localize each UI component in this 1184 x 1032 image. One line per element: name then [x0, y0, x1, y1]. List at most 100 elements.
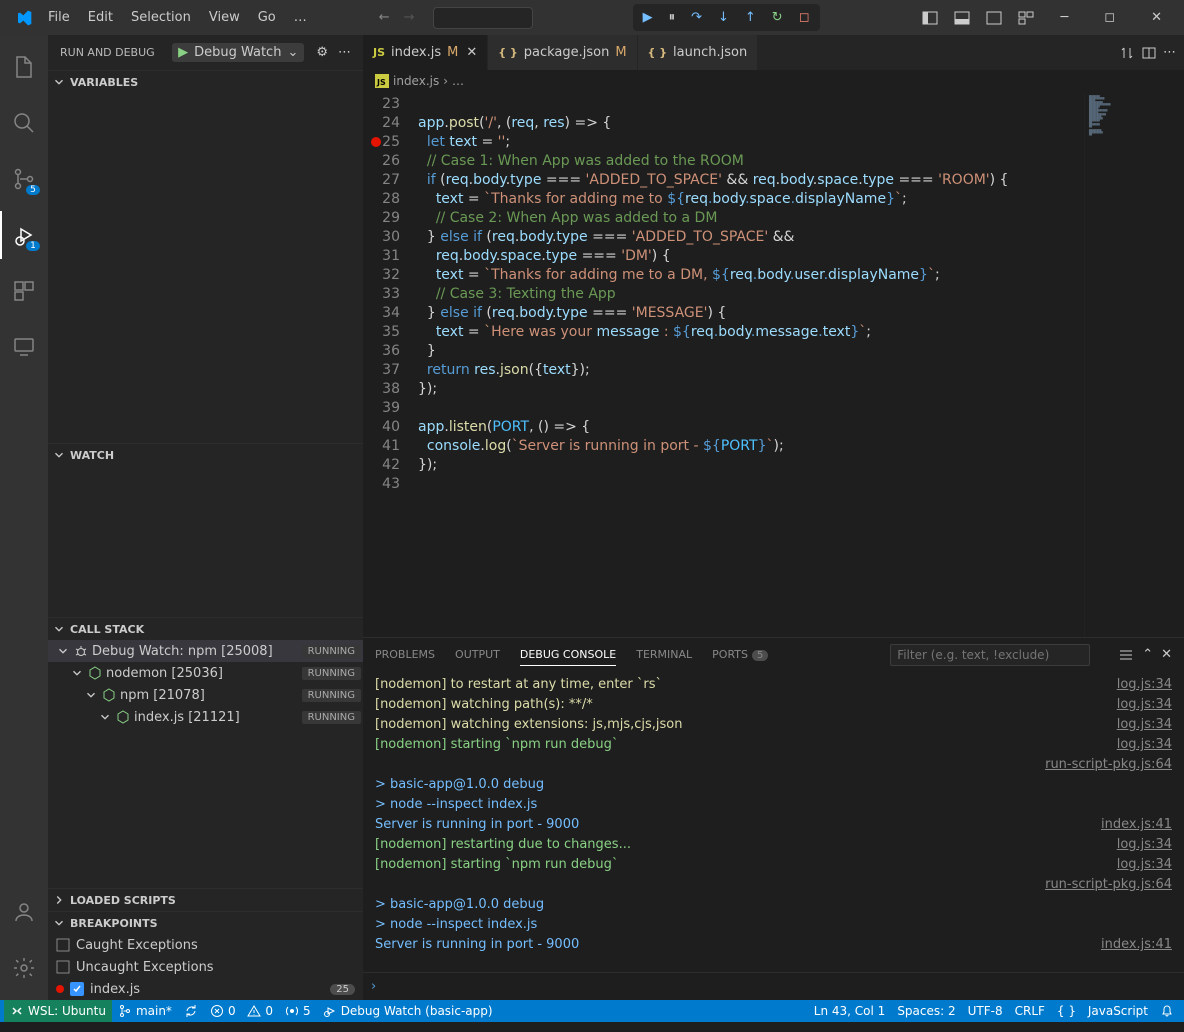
maximize-button[interactable]: ◻	[1090, 2, 1129, 33]
activity-debug-icon[interactable]: 1	[0, 211, 48, 259]
console-source-link[interactable]: log.js:34	[1117, 835, 1172, 855]
compare-icon[interactable]	[1119, 45, 1135, 61]
close-button[interactable]: ✕	[1137, 2, 1176, 33]
callstack-item[interactable]: Debug Watch: npm [25008]RUNNING	[48, 640, 363, 662]
breakpoint-dot-icon[interactable]	[371, 137, 381, 147]
split-icon[interactable]	[1141, 45, 1157, 61]
activity-search-icon[interactable]	[0, 99, 48, 147]
menu-edit[interactable]: Edit	[80, 6, 121, 29]
minimize-button[interactable]: ─	[1046, 2, 1082, 33]
sb-errors[interactable]: 0 0	[204, 1004, 279, 1018]
console-source-link[interactable]: log.js:34	[1117, 695, 1172, 715]
sb-ports[interactable]: 5	[279, 1004, 317, 1018]
sb-notifications[interactable]	[1154, 1004, 1180, 1018]
console-input[interactable]: ›	[363, 972, 1184, 1000]
nav-back-icon[interactable]: ←	[375, 6, 394, 29]
sb-lang[interactable]: { } JavaScript	[1051, 1004, 1154, 1018]
callstack-item[interactable]: index.js [21121]RUNNING	[48, 706, 363, 728]
console-source-link[interactable]: run-script-pkg.js:64	[1045, 875, 1172, 895]
console-source-link[interactable]: log.js:34	[1117, 735, 1172, 755]
layout-customize-icon[interactable]	[1014, 6, 1038, 30]
activity-settings-icon[interactable]	[0, 944, 48, 992]
bp-file[interactable]: index.js 25	[48, 978, 363, 1000]
variables-header[interactable]: VARIABLES	[48, 71, 363, 93]
menu-selection[interactable]: Selection	[123, 6, 199, 29]
callstack-header[interactable]: CALL STACK	[48, 618, 363, 640]
chevron-down-icon: ⌄	[287, 45, 298, 60]
console-source-link[interactable]: run-script-pkg.js:64	[1045, 755, 1172, 775]
console-settings-icon[interactable]	[1118, 647, 1134, 663]
layout-panel-icon[interactable]	[950, 6, 974, 30]
layout-primary-icon[interactable]	[918, 6, 942, 30]
sb-encoding[interactable]: UTF-8	[962, 1004, 1009, 1018]
bp-uncaught[interactable]: Uncaught Exceptions	[48, 956, 363, 978]
breakpoints-header[interactable]: BREAKPOINTS	[48, 912, 363, 934]
debug-step-into-icon[interactable]: ↓	[712, 6, 735, 29]
bell-icon	[1160, 1004, 1174, 1018]
activity-extensions-icon[interactable]	[0, 267, 48, 315]
sidebar-more-icon[interactable]: ⋯	[338, 45, 351, 60]
panel-tab-terminal[interactable]: TERMINAL	[636, 644, 692, 665]
panel-maximize-icon[interactable]: ⌃	[1142, 647, 1153, 663]
console-body[interactable]: [nodemon] to restart at any time, enter …	[363, 671, 1184, 972]
activity-explorer-icon[interactable]	[0, 43, 48, 91]
menu-go[interactable]: Go	[250, 6, 284, 29]
sb-remote[interactable]: WSL: Ubuntu	[4, 1000, 112, 1022]
debug-pause-icon[interactable]: ⏸	[663, 6, 682, 29]
console-source-link[interactable]: index.js:41	[1101, 935, 1172, 955]
menu-file[interactable]: File	[40, 6, 78, 29]
debug-continue-icon[interactable]: ▶	[637, 6, 659, 29]
tab-package-json[interactable]: { }package.jsonM	[488, 35, 637, 70]
panel-tab-debug-console[interactable]: DEBUG CONSOLE	[520, 644, 616, 666]
tab-label: index.js	[391, 45, 441, 60]
menu-more[interactable]: …	[286, 6, 315, 29]
sb-sync[interactable]	[178, 1004, 204, 1018]
activity-accounts-icon[interactable]	[0, 888, 48, 936]
console-source-link[interactable]: index.js:41	[1101, 815, 1172, 835]
node-icon	[116, 710, 130, 724]
activity-scm-icon[interactable]: 5	[0, 155, 48, 203]
minimap[interactable]: ████████████████████████████████████████…	[1084, 92, 1184, 637]
sb-debug-config[interactable]: Debug Watch (basic-app)	[317, 1004, 499, 1018]
panel-tabs: PROBLEMS OUTPUT DEBUG CONSOLE TERMINAL P…	[363, 638, 1184, 671]
code-content[interactable]: app.post('/', (req, res) => { let text =…	[418, 92, 1084, 637]
loaded-scripts-header[interactable]: LOADED SCRIPTS	[48, 889, 363, 911]
console-filter-input[interactable]	[890, 644, 1090, 666]
sb-eol[interactable]: CRLF	[1009, 1004, 1051, 1018]
panel-tab-ports[interactable]: PORTS5	[712, 644, 768, 665]
console-source-link[interactable]: log.js:34	[1117, 855, 1172, 875]
panel-tab-problems[interactable]: PROBLEMS	[375, 644, 435, 665]
gear-icon[interactable]: ⚙	[316, 45, 328, 60]
layout-secondary-icon[interactable]	[982, 6, 1006, 30]
callstack-item[interactable]: npm [21078]RUNNING	[48, 684, 363, 706]
tab-actions: ⋯	[1111, 35, 1184, 70]
watch-title: WATCH	[70, 449, 114, 462]
debug-config-select[interactable]: ▶ Debug Watch ⌄	[172, 43, 304, 62]
debug-stop-icon[interactable]: ◻	[793, 6, 816, 29]
sb-ln-col[interactable]: Ln 43, Col 1	[808, 1004, 892, 1018]
panel-tab-output[interactable]: OUTPUT	[455, 644, 500, 665]
bp-caught[interactable]: Caught Exceptions	[48, 934, 363, 956]
tab-close-icon[interactable]: ✕	[466, 45, 477, 60]
sb-spaces[interactable]: Spaces: 2	[891, 1004, 961, 1018]
command-center[interactable]	[433, 7, 533, 29]
tab-launch-json[interactable]: { }launch.json	[638, 35, 759, 70]
tab-index-js[interactable]: JSindex.jsM✕	[363, 35, 488, 70]
watch-header[interactable]: WATCH	[48, 444, 363, 466]
panel-close-icon[interactable]: ✕	[1161, 647, 1172, 663]
chevron-down-icon	[84, 688, 98, 702]
nav-forward-icon[interactable]: →	[400, 6, 419, 29]
bp-line-badge: 25	[330, 984, 355, 995]
debug-step-out-icon[interactable]: ↑	[739, 6, 762, 29]
menu-view[interactable]: View	[201, 6, 248, 29]
debug-restart-icon[interactable]: ↻	[766, 6, 789, 29]
breadcrumb[interactable]: JS index.js › …	[363, 70, 1184, 92]
tab-more-icon[interactable]: ⋯	[1163, 45, 1176, 60]
callstack-item[interactable]: nodemon [25036]RUNNING	[48, 662, 363, 684]
console-source-link[interactable]: log.js:34	[1117, 715, 1172, 735]
activity-remote-icon[interactable]	[0, 323, 48, 371]
console-source-link[interactable]: log.js:34	[1117, 675, 1172, 695]
editor-body[interactable]: 2324252627282930313233343536373839404142…	[363, 92, 1184, 637]
sb-branch[interactable]: main*	[112, 1004, 178, 1018]
debug-step-over-icon[interactable]: ↷	[685, 6, 708, 29]
